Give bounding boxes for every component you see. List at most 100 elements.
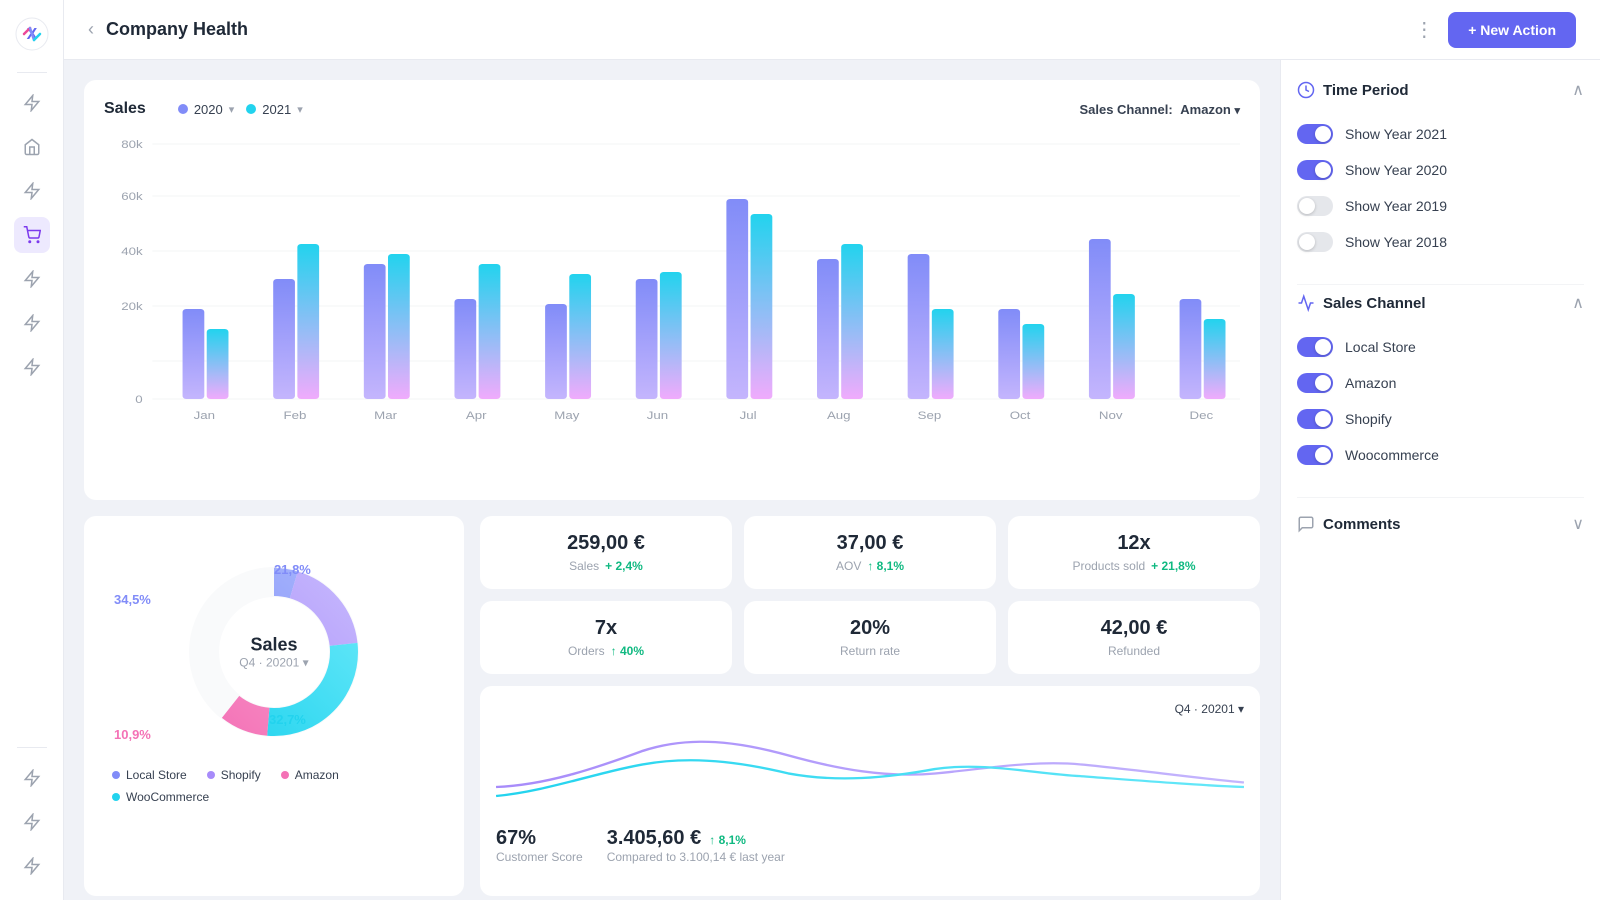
- line-chart-card: Q4 · 20201 ▾: [480, 686, 1260, 896]
- metric-sales: 259,00 € Sales + 2,4%: [480, 516, 732, 589]
- svg-text:Jun: Jun: [647, 409, 668, 422]
- sidebar-bolt1[interactable]: [14, 85, 50, 121]
- toggle-2020-switch[interactable]: [1297, 160, 1333, 180]
- second-metrics-row: 7x Orders ↑ 40% 20% Return rate 42,00 €: [480, 601, 1260, 674]
- toggle-2021-switch[interactable]: [1297, 124, 1333, 144]
- metric-return-rate: 20% Return rate: [744, 601, 996, 674]
- comments-section: Comments ∨: [1297, 506, 1584, 542]
- svg-text:Sep: Sep: [918, 409, 942, 422]
- line-chart-header: Q4 · 20201 ▾: [496, 702, 1244, 716]
- toggle-local-store: Local Store: [1297, 329, 1584, 365]
- donut-card: Sales Q4 · 20201 ▾ 21,8% 34,5% 32,7% 10,…: [84, 516, 464, 896]
- year-badges: 2020 ▾ 2021 ▾: [178, 102, 303, 117]
- metric-orders: 7x Orders ↑ 40%: [480, 601, 732, 674]
- time-period-header: Time Period ∧: [1297, 80, 1584, 100]
- sales-chart-card: Sales 2020 ▾ 2021 ▾: [84, 80, 1260, 500]
- sidebar-bottom-bolt2[interactable]: [14, 804, 50, 840]
- toggle-2019: Show Year 2019: [1297, 188, 1584, 224]
- sidebar-bottom-bolt1[interactable]: [14, 760, 50, 796]
- svg-text:40k: 40k: [121, 245, 143, 258]
- metric-products-sold: 12x Products sold + 21,8%: [1008, 516, 1260, 589]
- sidebar-bolt4[interactable]: [14, 305, 50, 341]
- sales-channel-collapse[interactable]: ∧: [1572, 293, 1584, 313]
- sales-channel-section: Sales Channel ∧ Local Store: [1297, 293, 1584, 473]
- time-period-collapse[interactable]: ∧: [1572, 80, 1584, 100]
- time-period-section: Time Period ∧ Show Year 2021: [1297, 80, 1584, 260]
- sidebar-bolt5[interactable]: [14, 349, 50, 385]
- svg-text:20k: 20k: [121, 300, 143, 313]
- donut-center: Sales Q4 · 20201 ▾: [239, 635, 308, 670]
- toggle-woocommerce-switch[interactable]: [1297, 445, 1333, 465]
- divider-top: [17, 72, 47, 73]
- sidebar-bolt3[interactable]: [14, 261, 50, 297]
- svg-text:Nov: Nov: [1099, 409, 1124, 422]
- toggle-2018: Show Year 2018: [1297, 224, 1584, 260]
- legend-localstore: Local Store: [112, 768, 187, 782]
- comments-title: Comments: [1297, 515, 1401, 533]
- chart-header: Sales 2020 ▾ 2021 ▾: [104, 100, 1240, 118]
- sales-channel-title: Sales Channel: [1297, 294, 1426, 312]
- sidebar-cart[interactable]: [14, 217, 50, 253]
- main-content: ‹ Company Health ⋮ + New Action Sales 20…: [64, 0, 1600, 900]
- customer-score-metric: 67% Customer Score: [496, 827, 583, 864]
- toggle-shopify-switch[interactable]: [1297, 409, 1333, 429]
- svg-text:Aug: Aug: [827, 409, 851, 422]
- toggle-amazon-switch[interactable]: [1297, 373, 1333, 393]
- app-logo[interactable]: X: [14, 16, 50, 52]
- svg-text:Apr: Apr: [466, 409, 487, 422]
- year-2021-badge[interactable]: 2021 ▾: [246, 102, 302, 117]
- toggle-amazon: Amazon: [1297, 365, 1584, 401]
- pct-amazon: 10,9%: [114, 727, 151, 742]
- sidebar-bottom-bolt3[interactable]: [14, 848, 50, 884]
- line-chart-footer: 67% Customer Score 3.405,60 € ↑ 8,1% Com…: [496, 827, 1244, 864]
- bar-chart: 80k 60k 40k 20k 0: [104, 134, 1240, 434]
- metric-refunded: 42,00 € Refunded: [1008, 601, 1260, 674]
- legend-woocommerce: WooCommerce: [112, 790, 209, 804]
- toggle-2021: Show Year 2021: [1297, 116, 1584, 152]
- sidebar-bolt2[interactable]: [14, 173, 50, 209]
- metrics-column: 259,00 € Sales + 2,4% 37,00 € AOV ↑ 8,1%: [480, 516, 1260, 896]
- legend-shopify: Shopify: [207, 768, 261, 782]
- sidebar-home[interactable]: [14, 129, 50, 165]
- divider-bottom: [17, 747, 47, 748]
- pct-localstore: 34,5%: [114, 592, 151, 607]
- legend-amazon: Amazon: [281, 768, 339, 782]
- comments-icon: [1297, 515, 1315, 533]
- toggle-woocommerce: Woocommerce: [1297, 437, 1584, 473]
- sales-channel-selector[interactable]: Sales Channel: Amazon ▾: [1079, 102, 1240, 117]
- sidebar-hr-2: [1297, 497, 1584, 498]
- toggle-shopify: Shopify: [1297, 401, 1584, 437]
- svg-text:Feb: Feb: [283, 409, 306, 422]
- svg-text:May: May: [554, 409, 580, 422]
- top-metrics-row: 259,00 € Sales + 2,4% 37,00 € AOV ↑ 8,1%: [480, 516, 1260, 589]
- year-2020-badge[interactable]: 2020 ▾: [178, 102, 234, 117]
- page-title: Company Health: [106, 19, 1402, 40]
- svg-text:Mar: Mar: [374, 409, 397, 422]
- toggle-2018-switch[interactable]: [1297, 232, 1333, 252]
- charts-area: Sales 2020 ▾ 2021 ▾: [64, 60, 1280, 900]
- svg-text:80k: 80k: [121, 138, 143, 151]
- period-selector[interactable]: Q4 · 20201 ▾: [1175, 702, 1244, 716]
- bottom-row: Sales Q4 · 20201 ▾ 21,8% 34,5% 32,7% 10,…: [84, 516, 1260, 896]
- left-sidebar: X: [0, 0, 64, 900]
- new-action-button[interactable]: + New Action: [1448, 12, 1576, 48]
- sidebar-hr-1: [1297, 284, 1584, 285]
- svg-text:0: 0: [135, 393, 143, 406]
- right-sidebar: Time Period ∧ Show Year 2021: [1280, 60, 1600, 900]
- clock-icon: [1297, 81, 1315, 99]
- sales-channel-header: Sales Channel ∧: [1297, 293, 1584, 313]
- svg-text:60k: 60k: [121, 190, 143, 203]
- svg-text:Dec: Dec: [1190, 409, 1214, 422]
- toggle-2020: Show Year 2020: [1297, 152, 1584, 188]
- chart-icon: [1297, 294, 1315, 312]
- toggle-local-store-switch[interactable]: [1297, 337, 1333, 357]
- comments-expand[interactable]: ∨: [1572, 514, 1584, 534]
- more-options-button[interactable]: ⋮: [1414, 17, 1436, 42]
- svg-text:Jan: Jan: [194, 409, 215, 422]
- toggle-2019-switch[interactable]: [1297, 196, 1333, 216]
- revenue-metric: 3.405,60 € ↑ 8,1% Compared to 3.100,14 €…: [607, 827, 785, 864]
- back-button[interactable]: ‹: [88, 19, 94, 40]
- chart-title: Sales: [104, 100, 146, 118]
- metric-aov: 37,00 € AOV ↑ 8,1%: [744, 516, 996, 589]
- header: ‹ Company Health ⋮ + New Action: [64, 0, 1600, 60]
